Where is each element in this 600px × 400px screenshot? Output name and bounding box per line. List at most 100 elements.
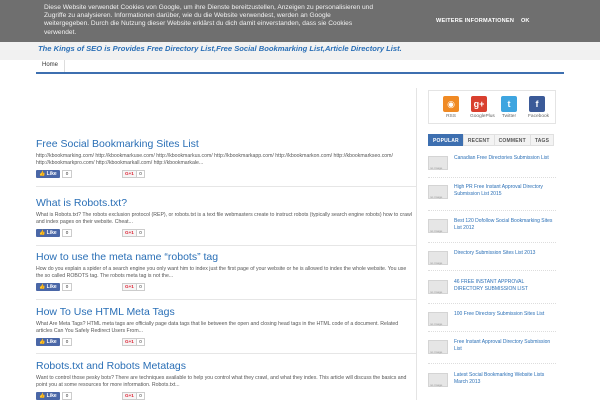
googleplus-icon: g+ [471, 96, 487, 112]
post-item: Free Social Bookmarking Sites List http:… [36, 138, 416, 178]
popular-post-link[interactable]: 100 Free Directory Submission Sites List [454, 311, 554, 318]
thumb-label: no image [430, 290, 443, 294]
gplus-button[interactable]: G+1 [122, 228, 137, 237]
thumb-label: no image [430, 350, 443, 354]
post-thumbnail[interactable]: no image [428, 280, 448, 294]
facebook-like-button[interactable]: 👍 Like [36, 169, 60, 178]
thumbs-up-icon: 👍 [39, 283, 46, 290]
list-divider [428, 303, 556, 304]
social-label: RSS [446, 114, 456, 119]
gplus-button[interactable]: G+1 [122, 282, 137, 291]
like-label: Like [46, 229, 57, 236]
more-info-button[interactable]: WEITERE INFORMATIONEN [436, 18, 514, 24]
popular-post-link[interactable]: 46 FREE INSTANT APPROVAL DIRECTORY SUBMI… [454, 279, 554, 293]
post-thumbnail[interactable]: no image [428, 156, 448, 170]
thumbs-up-icon: 👍 [39, 392, 46, 399]
post-divider [36, 299, 416, 300]
share-bar: 👍 Like 0 G+1 0 [36, 337, 416, 346]
like-label: Like [46, 392, 57, 399]
post-thumbnail[interactable]: no image [428, 340, 448, 354]
social-label: Twitter [501, 114, 517, 119]
facebook-like-button[interactable]: 👍 Like [36, 337, 60, 346]
facebook-like-button[interactable]: 👍 Like [36, 228, 60, 237]
gplus-count: 0 [136, 391, 145, 400]
thumb-label: no image [430, 195, 443, 199]
post-thumbnail[interactable]: no image [428, 373, 448, 387]
sidebar: ◉ RSS g+ GooglePlus t Twitter f Facebook… [428, 90, 556, 400]
list-item: no image Latest Social Bookmarking Websi… [428, 371, 556, 393]
popular-post-link[interactable]: Free Instant Approval Directory Submissi… [454, 339, 554, 353]
post-title-link[interactable]: How to use the meta name “robots” tag [36, 251, 416, 263]
social-label: Facebook [528, 114, 550, 119]
popular-post-link[interactable]: Canadian Free Directories Submission Lis… [454, 155, 554, 162]
gplus-count: 0 [136, 228, 145, 237]
popular-post-link[interactable]: Directory Submission Sites List 2013 [454, 250, 554, 257]
post-thumbnail[interactable]: no image [428, 185, 448, 199]
social-facebook[interactable]: f Facebook [528, 96, 550, 119]
share-bar: 👍 Like 0 G+1 0 [36, 169, 416, 178]
thumbs-up-icon: 👍 [39, 170, 46, 177]
share-bar: 👍 Like 0 G+1 0 [36, 282, 416, 291]
twitter-icon: t [501, 96, 517, 112]
facebook-like-button[interactable]: 👍 Like [36, 282, 60, 291]
post-item: How To Use HTML Meta Tags What Are Meta … [36, 306, 416, 346]
popular-post-link[interactable]: Best 120 Dofollow Social Bookmarking Sit… [454, 218, 554, 232]
like-label: Like [46, 283, 57, 290]
facebook-icon: f [529, 96, 545, 112]
like-count: 0 [62, 337, 72, 346]
facebook-like-button[interactable]: 👍 Like [36, 391, 60, 400]
tab-comment[interactable]: COMMENT [493, 134, 530, 146]
post-thumbnail[interactable]: no image [428, 251, 448, 265]
post-snippet: How do you explain a spider of a search … [36, 266, 407, 280]
post-title-link[interactable]: Free Social Bookmarking Sites List [36, 138, 416, 150]
gplus-button[interactable]: G+1 [122, 337, 137, 346]
cookie-consent-text: Diese Website verwendet Cookies von Goog… [44, 4, 374, 36]
gplus-count: 0 [136, 282, 145, 291]
post-divider [36, 353, 416, 354]
like-count: 0 [62, 169, 72, 178]
thumb-label: no image [430, 383, 443, 387]
post-item: Robots.txt and Robots Metatags Want to c… [36, 360, 416, 400]
post-item: How to use the meta name “robots” tag Ho… [36, 251, 416, 291]
gplus-button[interactable]: G+1 [122, 169, 137, 178]
social-googleplus[interactable]: g+ GooglePlus [470, 96, 495, 119]
list-divider [428, 363, 556, 364]
list-divider [428, 331, 556, 332]
gplus-count: 0 [136, 337, 145, 346]
gplus-count: 0 [136, 169, 145, 178]
thumb-label: no image [430, 261, 443, 265]
cookie-consent-bar: Diese Website verwendet Cookies von Goog… [0, 0, 600, 42]
post-divider [36, 245, 416, 246]
nav-home-link[interactable]: Home [36, 60, 66, 72]
post-snippet: What is Robots.txt? The robots exclusion… [36, 212, 412, 226]
list-item: no image Canadian Free Directories Submi… [428, 154, 556, 176]
post-title-link[interactable]: Robots.txt and Robots Metatags [36, 360, 416, 372]
tab-recent[interactable]: RECENT [462, 134, 494, 146]
list-item: no image Free Instant Approval Directory… [428, 338, 556, 360]
gplus-button[interactable]: G+1 [122, 391, 137, 400]
tab-popular[interactable]: POPULAR [428, 134, 463, 146]
thumbs-up-icon: 👍 [39, 338, 46, 345]
post-list: Free Social Bookmarking Sites List http:… [36, 88, 417, 400]
post-item: What is Robots.txt? What is Robots.txt? … [36, 197, 416, 237]
social-twitter[interactable]: t Twitter [500, 96, 518, 119]
list-divider [428, 270, 556, 271]
list-item: no image 46 FREE INSTANT APPROVAL DIRECT… [428, 278, 556, 300]
post-title-link[interactable]: How To Use HTML Meta Tags [36, 306, 416, 318]
site-tagline: The Kings of SEO is Provides Free Direct… [38, 44, 402, 53]
like-label: Like [46, 338, 57, 345]
post-thumbnail[interactable]: no image [428, 219, 448, 233]
post-title-link[interactable]: What is Robots.txt? [36, 197, 416, 209]
list-item: no image Best 120 Dofollow Social Bookma… [428, 217, 556, 239]
cookie-ok-button[interactable]: OK [521, 18, 529, 24]
list-divider [428, 177, 556, 178]
popular-post-link[interactable]: High PR Free Instant Approval Directory … [454, 184, 554, 198]
popular-post-link[interactable]: Latest Social Bookmarking Website Lists … [454, 372, 554, 386]
tab-tags[interactable]: TAGS [529, 134, 555, 146]
post-thumbnail[interactable]: no image [428, 312, 448, 326]
share-bar: 👍 Like 0 G+1 0 [36, 228, 416, 237]
list-item: no image 100 Free Directory Submission S… [428, 310, 556, 332]
social-follow-box: ◉ RSS g+ GooglePlus t Twitter f Facebook [428, 90, 556, 124]
list-item: no image High PR Free Instant Approval D… [428, 183, 556, 205]
social-rss[interactable]: ◉ RSS [442, 96, 460, 119]
